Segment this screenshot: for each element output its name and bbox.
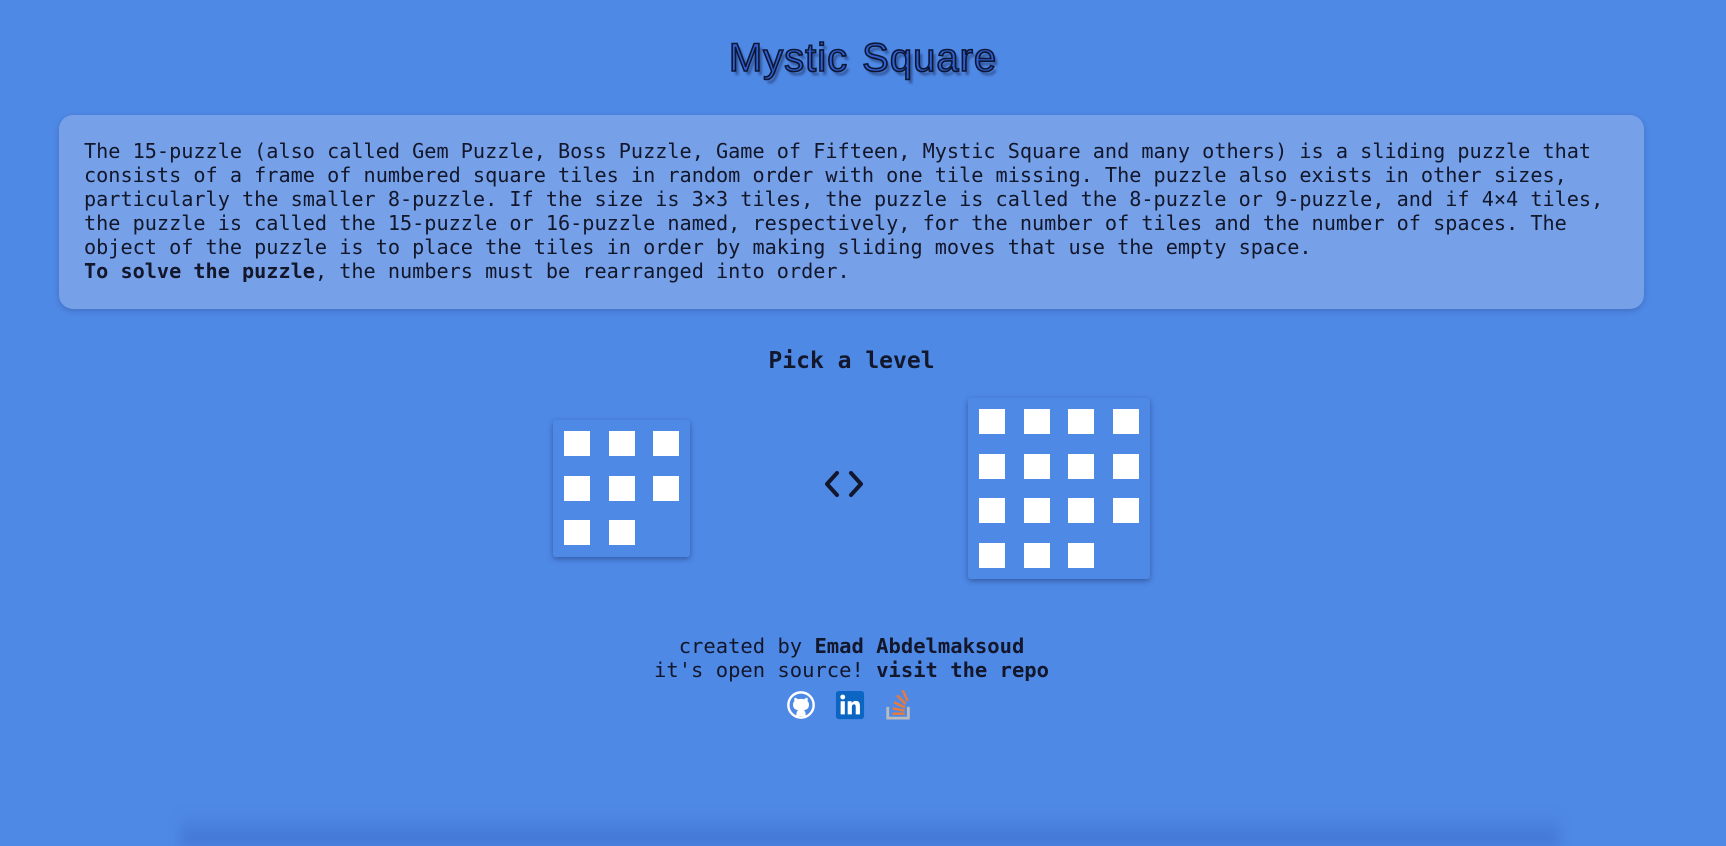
description-panel: The 15-puzzle (also called Gem Puzzle, B… bbox=[59, 115, 1644, 309]
level-preview-tile bbox=[979, 409, 1005, 434]
level-preview-tile bbox=[608, 520, 635, 545]
level-preview-tile bbox=[979, 453, 1005, 479]
level-preview-tile bbox=[1112, 498, 1139, 523]
level-4x4-button[interactable] bbox=[968, 398, 1150, 579]
linkedin-icon[interactable] bbox=[835, 690, 865, 720]
github-icon[interactable] bbox=[786, 690, 816, 720]
level-preview-tile bbox=[1068, 409, 1094, 434]
description-goal: To solve the puzzle, the numbers must be… bbox=[84, 259, 1620, 283]
title-word-square: Square bbox=[861, 35, 998, 81]
level-preview-tile bbox=[608, 475, 635, 501]
page: Mystic Square The 15-puzzle (also called … bbox=[0, 0, 1726, 846]
level-preview-tile bbox=[979, 498, 1005, 523]
level-preview-tile bbox=[564, 475, 590, 501]
open-source-label: it's open source! bbox=[654, 658, 877, 682]
created-by-label: created by bbox=[678, 634, 815, 658]
goal-rest-text: , the numbers must be rearranged into or… bbox=[314, 259, 850, 283]
level-preview-tile bbox=[1112, 453, 1139, 479]
stackoverflow-icon[interactable] bbox=[884, 690, 914, 720]
level-preview-tile bbox=[1068, 453, 1094, 479]
level-preview-tile bbox=[608, 431, 635, 456]
level-preview-tile bbox=[653, 431, 679, 456]
level-preview-tile bbox=[564, 520, 590, 545]
level-preview-tile bbox=[979, 542, 1005, 568]
level-preview-tile bbox=[1023, 542, 1050, 568]
level-preview-tile bbox=[653, 475, 679, 501]
level-preview-tile bbox=[1068, 498, 1094, 523]
chevrons-left-right-icon[interactable] bbox=[822, 466, 866, 502]
repo-link[interactable]: visit the repo bbox=[876, 658, 1049, 682]
level-preview-tile bbox=[1112, 409, 1139, 434]
level-preview-tile bbox=[1023, 409, 1050, 434]
goal-bold-text: To solve the puzzle bbox=[84, 259, 315, 283]
pick-level-heading: Pick a level bbox=[768, 348, 935, 374]
bottom-shadow bbox=[180, 812, 1560, 846]
open-source-line: it's open source! visit the repo bbox=[0, 658, 1703, 682]
author-name: Emad Abdelmaksoud bbox=[814, 634, 1025, 658]
footer: created by Emad Abdelmaksoud it's open s… bbox=[0, 634, 1703, 682]
level-3x3-button[interactable] bbox=[553, 420, 690, 557]
page-title: Mystic Square bbox=[0, 35, 1726, 81]
title-word-mystic: Mystic bbox=[728, 35, 849, 81]
credits-line: created by Emad Abdelmaksoud bbox=[0, 634, 1703, 658]
description-text: The 15-puzzle (also called Gem Puzzle, B… bbox=[84, 139, 1604, 259]
level-preview-tile bbox=[1023, 453, 1050, 479]
level-preview-tile bbox=[1023, 498, 1050, 523]
level-preview-tile bbox=[1068, 542, 1094, 568]
level-preview-tile bbox=[564, 431, 590, 456]
